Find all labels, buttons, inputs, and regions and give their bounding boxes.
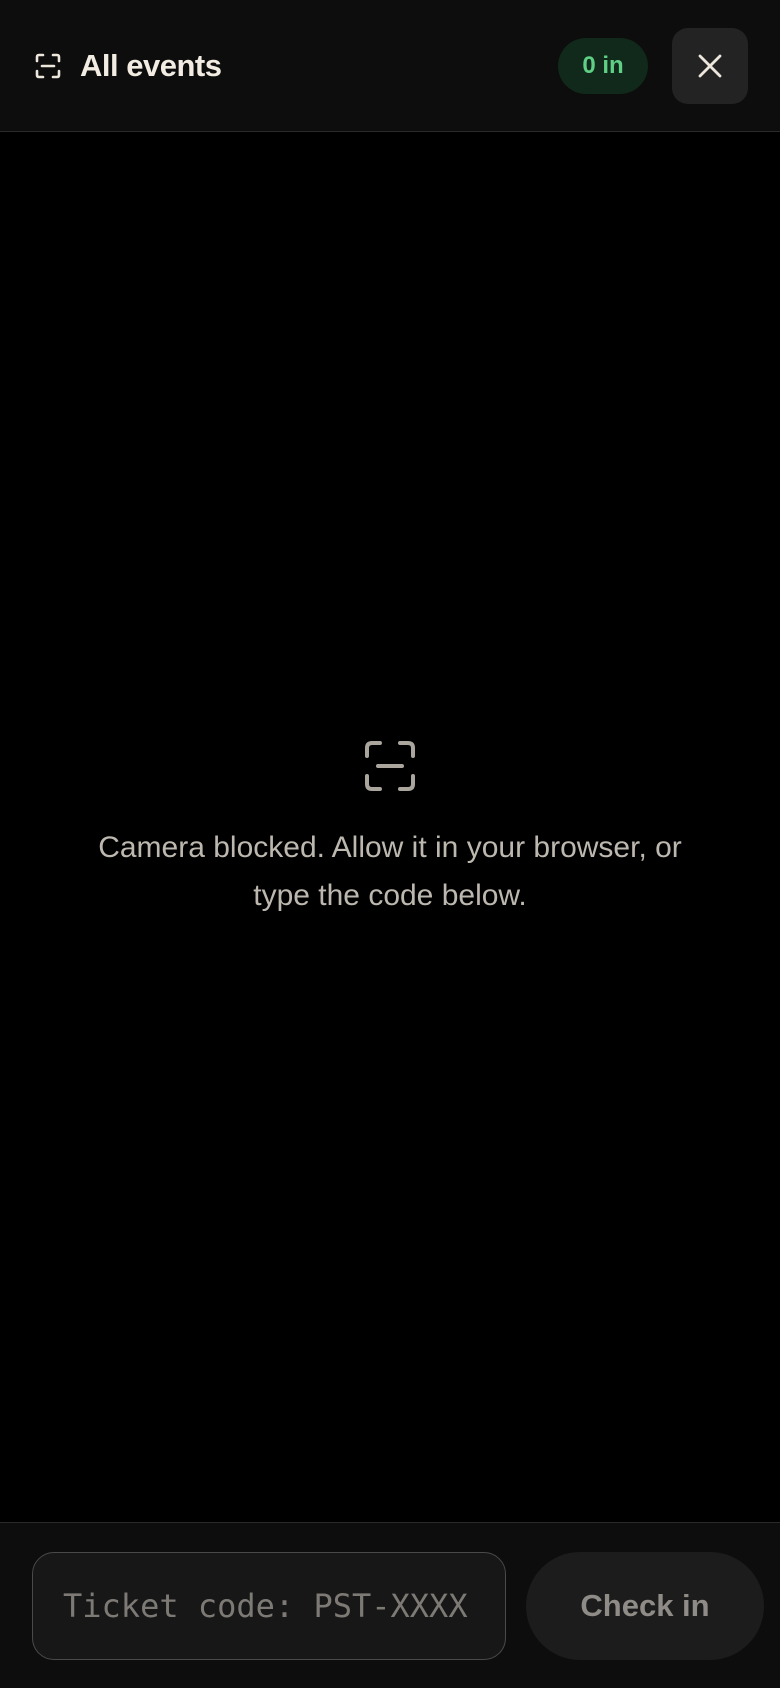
- ticket-code-input[interactable]: [32, 1552, 506, 1660]
- checked-in-count-badge: 0 in: [558, 38, 648, 94]
- scan-icon: [35, 53, 61, 79]
- camera-blocked-message: Camera blocked. Allow it in your browser…: [98, 831, 682, 912]
- close-icon: [698, 54, 722, 78]
- manual-entry-bar: Check in: [0, 1522, 780, 1688]
- camera-viewport: Camera blocked. Allow it in your browser…: [0, 132, 780, 1522]
- top-bar: All events 0 in: [0, 0, 780, 132]
- page-title: All events: [80, 48, 222, 83]
- scan-icon: [365, 741, 415, 791]
- check-in-button[interactable]: Check in: [526, 1552, 764, 1660]
- close-button[interactable]: [672, 28, 748, 104]
